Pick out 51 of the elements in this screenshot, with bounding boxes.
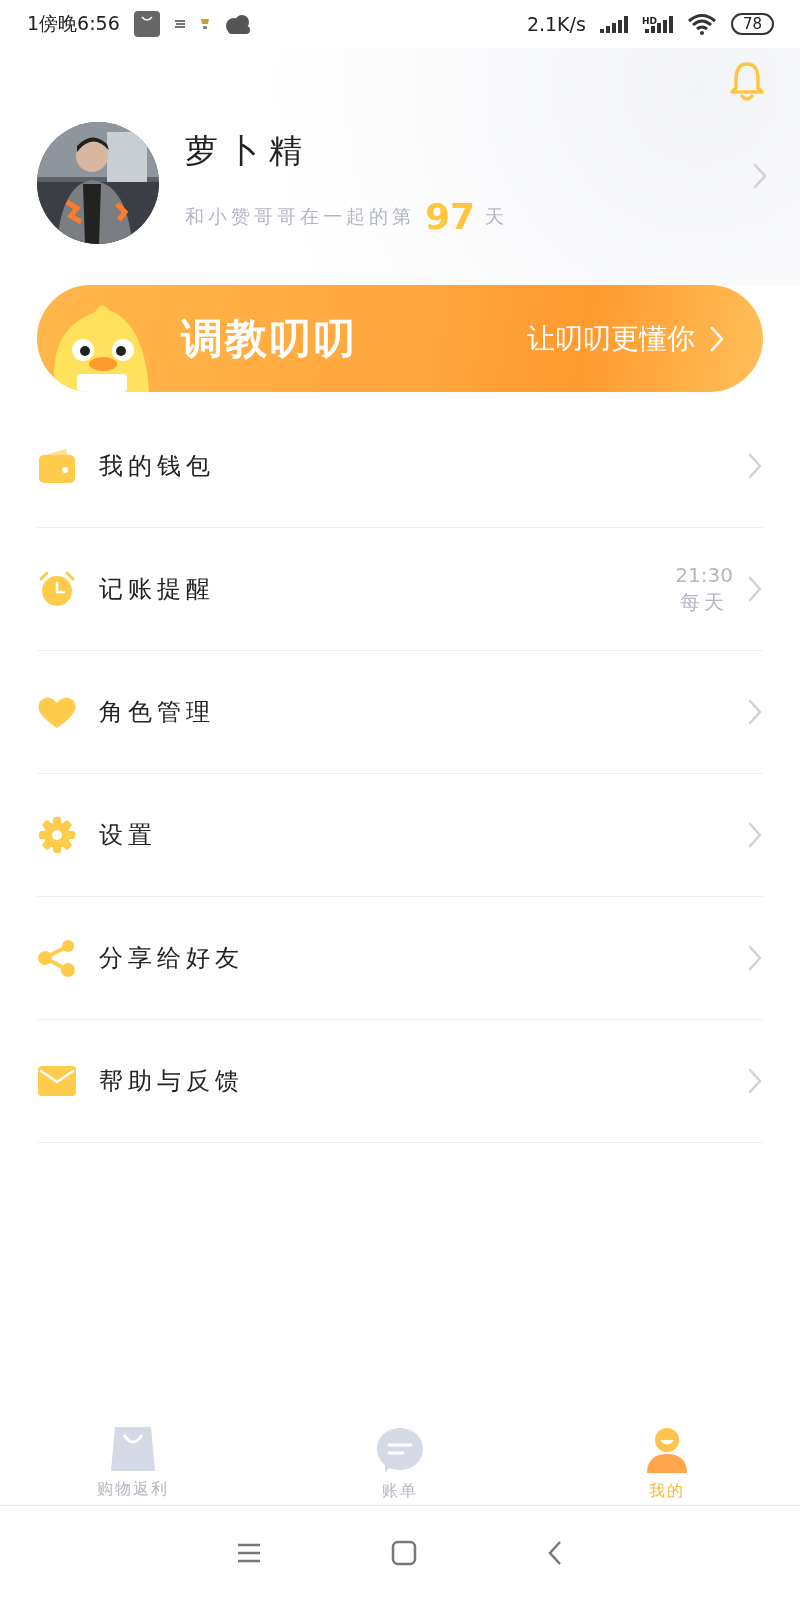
menu-item[interactable]: 帮助与反馈 xyxy=(37,1020,763,1143)
chevron-right-icon xyxy=(747,698,763,726)
hd-label: HD xyxy=(641,17,657,26)
menu-label: 帮助与反馈 xyxy=(99,1066,245,1097)
wifi-icon xyxy=(686,13,717,35)
chat-bubble-icon xyxy=(376,1427,424,1473)
chevron-right-icon xyxy=(747,575,763,603)
user-name: 萝卜精 xyxy=(185,130,312,172)
back-icon[interactable] xyxy=(547,1540,563,1566)
menu-label: 角色管理 xyxy=(99,697,216,728)
menu-item[interactable]: 设置 xyxy=(37,774,763,897)
menu-item[interactable]: 记账提醒 21:30 每天 xyxy=(37,528,763,651)
share-icon xyxy=(37,938,77,978)
chevron-right-icon xyxy=(747,1067,763,1095)
weather-icon xyxy=(223,13,252,35)
home-icon[interactable] xyxy=(391,1540,417,1566)
menu-item[interactable]: 分享给好友 xyxy=(37,897,763,1020)
together-text: 天 xyxy=(485,203,509,229)
notification-icon xyxy=(173,19,186,29)
wallet-icon xyxy=(38,448,76,484)
gear-icon xyxy=(38,816,76,854)
store-icon xyxy=(133,11,160,37)
chevron-right-icon xyxy=(709,324,725,353)
network-speed: 2.1K/s xyxy=(526,13,586,35)
chevron-right-icon xyxy=(747,452,763,480)
trophy-icon xyxy=(199,18,210,30)
banner-subtitle: 让叨叨更懂你 xyxy=(527,320,695,357)
signal-icon xyxy=(599,14,628,34)
days-count: 97 xyxy=(425,196,476,237)
person-icon xyxy=(645,1427,688,1473)
menu-label: 我的钱包 xyxy=(99,451,216,482)
reminder-time: 21:30 xyxy=(675,562,733,587)
together-text: 和小赞哥哥在一起的第 xyxy=(185,203,415,229)
menu-item[interactable]: 我的钱包 xyxy=(37,405,763,528)
chevron-right-icon xyxy=(747,944,763,972)
menu-label: 记账提醒 xyxy=(99,574,216,605)
heart-icon xyxy=(37,695,77,729)
shopping-bag-icon xyxy=(110,1427,157,1471)
chevron-right-icon xyxy=(752,162,768,190)
menu-item[interactable]: 角色管理 xyxy=(37,651,763,774)
envelope-icon xyxy=(38,1066,76,1096)
menu-label: 分享给好友 xyxy=(99,943,245,974)
signal-icon xyxy=(644,14,673,34)
menu-icon[interactable] xyxy=(237,1543,261,1563)
banner-title: 调教叨叨 xyxy=(181,312,357,365)
alarm-clock-icon xyxy=(38,570,76,608)
battery-indicator: 78 xyxy=(730,13,774,35)
status-time: 1傍晚6:56 xyxy=(27,11,120,36)
chevron-right-icon xyxy=(747,821,763,849)
menu-label: 设置 xyxy=(99,820,158,851)
reminder-repeat: 每天 xyxy=(680,588,729,616)
